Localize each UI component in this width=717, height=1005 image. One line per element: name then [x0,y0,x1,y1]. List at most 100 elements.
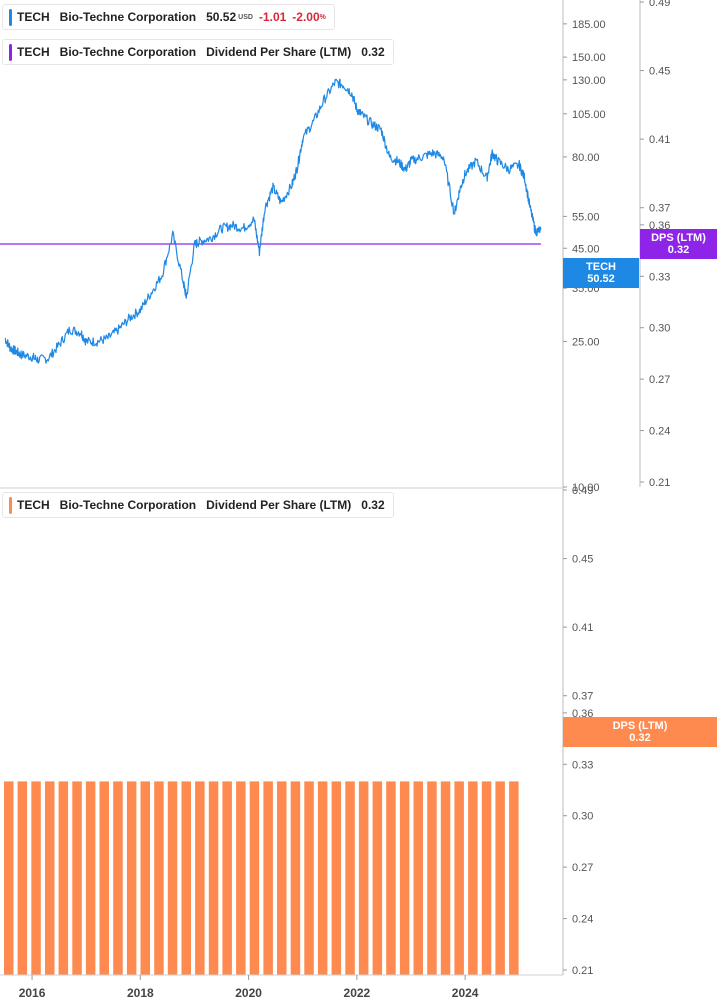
price-pane [0,78,542,364]
dps-bar [331,781,342,975]
x-tick-label: 2018 [127,986,154,1000]
dps-bottom-tick-label: 0.30 [572,811,593,823]
x-tick-label: 2022 [344,986,371,1000]
dps-bar [113,781,123,975]
dps-bottom-tick-label: 0.49 [572,485,593,497]
price-tick-label: 105.00 [572,109,606,121]
legend-company: Bio-Techne Corporation [59,45,197,59]
legend-company: Bio-Techne Corporation [59,498,197,512]
dps-bar [72,781,82,975]
dps-bottom-tick-label: 0.33 [572,759,593,771]
dps-bar [413,781,423,975]
x-tick-label: 2024 [452,986,479,1000]
dps-bar [31,781,41,975]
dps-bar [154,781,164,975]
price-line [4,78,542,364]
legend-ticker: TECH [17,45,50,59]
dps-bar [440,781,451,975]
legend-dps-top[interactable]: TECH Bio-Techne Corporation Dividend Per… [2,39,394,65]
dps-bar [495,781,505,975]
dps-bar [454,781,464,975]
legend-price-value: 50.52 [206,10,237,24]
legend-swatch-dps-bottom [9,496,12,514]
dps-top-tick-label: 0.37 [649,203,670,215]
legend-value: 0.32 [361,498,385,512]
legend-ticker: TECH [17,498,50,512]
legend-swatch-price [9,8,12,26]
dps-bottom-tick-label: 0.24 [572,914,593,926]
dps-bar [509,781,519,975]
dps-bar [181,781,191,975]
dps-bottom-tick-label: 0.21 [572,965,593,977]
legend-currency: USD [238,13,253,21]
price-tag-ticker: TECH [586,261,616,273]
dps-top-tick-label: 0.21 [649,477,670,489]
price-tick-label: 55.00 [572,211,600,223]
price-tick-label: 45.00 [572,243,600,255]
dps-top-tick-label: 0.45 [649,66,670,78]
dps-bottom-tick-label: 0.37 [572,691,593,703]
legend-price[interactable]: TECH Bio-Techne Corporation 50.52 USD -1… [2,4,335,30]
dps-bar [126,781,137,975]
dps-bottom-tick-label: 0.27 [572,862,593,874]
dps-bar [58,781,69,975]
price-tick-label: 150.00 [572,52,606,64]
dps-bottom-tag-value: 0.32 [629,732,651,744]
dps-top-tick-label: 0.41 [649,134,670,146]
dps-top-tag: DPS (LTM) 0.32 [640,229,717,259]
dps-bar [249,781,260,975]
dps-bottom-tick-label: 0.41 [572,622,593,634]
dps-bottom-tick-label: 0.45 [572,554,593,566]
price-tick-label: 185.00 [572,19,606,31]
dps-bar [208,781,219,975]
legend-value: 0.32 [361,45,385,59]
dps-top-tick-label: 0.24 [649,426,670,438]
price-tick-label: 130.00 [572,75,606,87]
dps-top-tick-label: 0.30 [649,323,670,335]
dps-top-tick-label: 0.49 [649,0,670,9]
dps-bar [45,781,55,975]
dps-bar [195,781,205,975]
x-tick-label: 2020 [235,986,262,1000]
dps-top-tick-label: 0.27 [649,374,670,386]
legend-company: Bio-Techne Corporation [59,10,197,24]
dps-bottom-tag: DPS (LTM) 0.32 [563,717,717,747]
dps-bar [427,781,437,975]
price-tag-value: 50.52 [587,273,615,285]
dps-bar [277,781,287,975]
dps-bar [99,781,109,975]
dps-bar [222,781,232,975]
dps-bar [263,781,273,975]
legend-change: -1.01 [258,10,287,24]
price-tick-label: 80.00 [572,152,600,164]
dps-top-tag-value: 0.32 [667,244,690,256]
dps-bar [140,781,150,975]
dps-bottom-tag-label: DPS (LTM) [612,720,668,732]
legend-swatch-dps-top [9,43,12,61]
price-tick-label: 25.00 [572,337,600,349]
x-tick-label: 2016 [19,986,46,1000]
dps-bar [372,781,383,975]
dps-bar [386,781,396,975]
dps-bar [17,781,28,975]
dps-bar [358,781,369,975]
dividend-pane [4,781,519,975]
dps-bar [317,781,328,975]
legend-change-pct: -2.00 [292,10,320,24]
legend-ticker: TECH [17,10,50,24]
dps-top-tick-label: 0.33 [649,271,670,283]
dps-bar [236,781,246,975]
legend-metric: Dividend Per Share (LTM) [206,45,352,59]
dps-bar [399,781,410,975]
dps-bar [85,781,96,975]
legend-dps-bottom[interactable]: TECH Bio-Techne Corporation Dividend Per… [2,492,394,518]
price-tag: TECH 50.52 [563,258,639,288]
dps-bar [468,781,478,975]
dps-bar [167,781,178,975]
dps-bar [345,781,355,975]
dps-bar [4,781,14,975]
legend-pct-sign: % [319,13,326,21]
dps-bar [304,781,314,975]
dps-bar [290,781,301,975]
legend-metric: Dividend Per Share (LTM) [206,498,352,512]
